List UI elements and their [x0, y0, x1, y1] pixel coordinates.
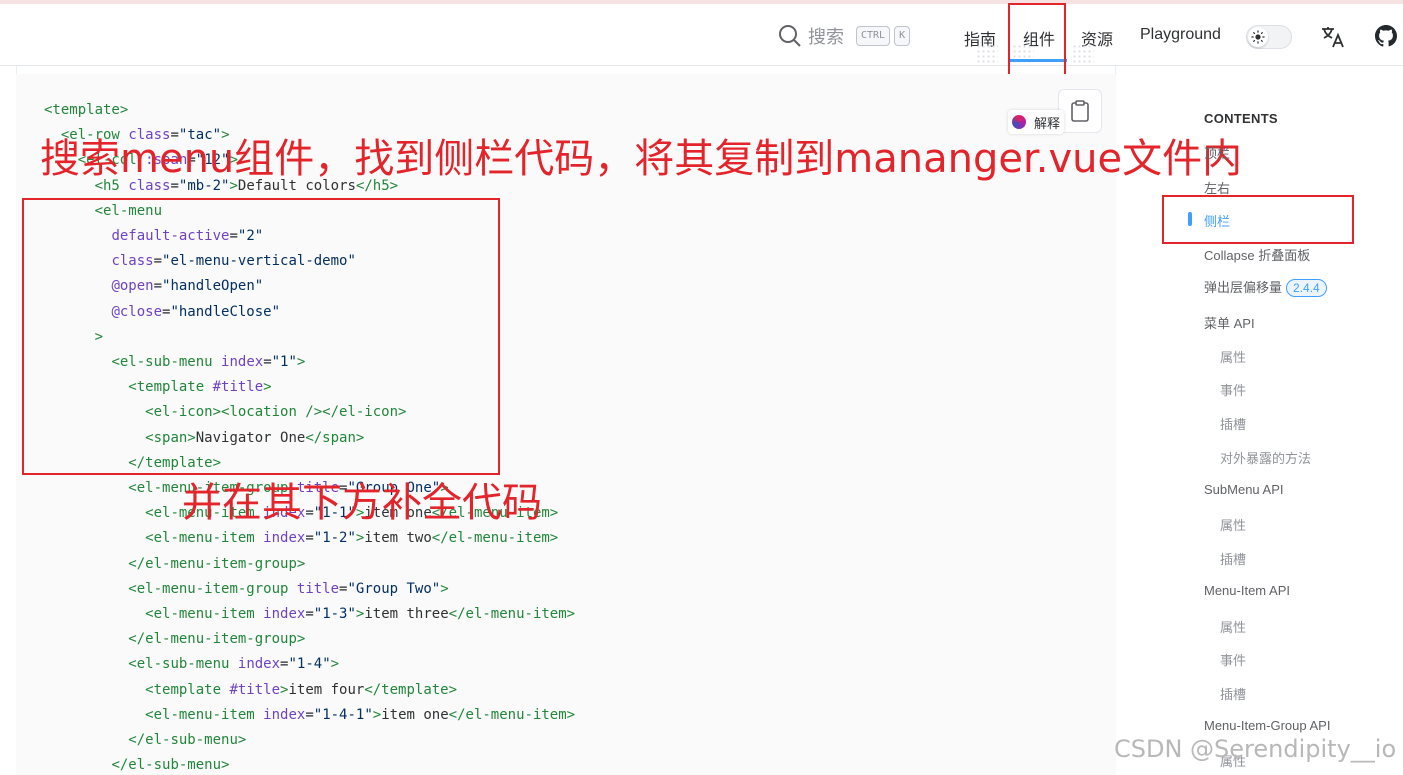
toc-item[interactable]: Menu-Item-Group API	[1204, 718, 1330, 733]
shortcut-key-ctrl: CTRL	[856, 26, 891, 46]
annotation-box-toc	[1162, 195, 1354, 244]
toc-item[interactable]: 弹出层偏移量 2.4.4	[1204, 277, 1327, 297]
toc-item[interactable]: Menu-Item API	[1204, 583, 1290, 598]
search-button[interactable]: 搜索 CTRL K	[778, 22, 911, 50]
toc-item[interactable]: Collapse 折叠面板	[1204, 245, 1310, 264]
toc-subitem[interactable]: 属性	[1220, 617, 1246, 636]
site-header: 搜索 CTRL K 指南 组件 资源 Playground	[0, 4, 1403, 66]
toc-item-label: 弹出层偏移量	[1204, 280, 1283, 295]
theme-toggle[interactable]	[1246, 25, 1292, 49]
search-icon	[779, 25, 801, 47]
search-placeholder: 搜索	[808, 27, 844, 47]
toc-item[interactable]: SubMenu API	[1204, 482, 1284, 497]
nav-playground[interactable]: Playground	[1140, 26, 1221, 44]
toc-title: CONTENTS	[1204, 111, 1278, 126]
toc-subitem[interactable]: 事件	[1220, 380, 1246, 399]
version-badge: 2.4.4	[1286, 279, 1327, 297]
toc-subitem[interactable]: 事件	[1220, 650, 1246, 669]
copy-icon	[1071, 100, 1089, 122]
toc-subitem[interactable]: 插槽	[1220, 549, 1246, 568]
shortcut-key-k: K	[894, 26, 911, 46]
toc-subitem[interactable]: 属性	[1220, 347, 1246, 366]
toc-subitem[interactable]: 属性	[1220, 515, 1246, 534]
github-icon[interactable]	[1374, 24, 1400, 50]
decorative-dots	[976, 44, 998, 66]
toc-panel	[1116, 66, 1403, 775]
translate-icon[interactable]	[1320, 24, 1346, 50]
toc-item[interactable]: 顶栏	[1204, 143, 1230, 162]
toc-subitem[interactable]: 插槽	[1220, 414, 1246, 433]
toc-subitem[interactable]: 对外暴露的方法	[1220, 448, 1311, 467]
annotation-box-code	[22, 198, 500, 475]
sun-icon	[1248, 27, 1268, 47]
toc-item[interactable]: 菜单 API	[1204, 313, 1255, 332]
annotation-instruction-top: 搜索menu组件，找到侧栏代码，将其复制到mananger.vue文件内	[40, 136, 1243, 182]
toc-subitem[interactable]: 插槽	[1220, 684, 1246, 703]
annotation-instruction-middle: 并在其下方补全代码	[182, 480, 542, 526]
watermark: CSDN @Serendipity__io	[1114, 735, 1397, 763]
decorative-dots	[1072, 44, 1094, 66]
